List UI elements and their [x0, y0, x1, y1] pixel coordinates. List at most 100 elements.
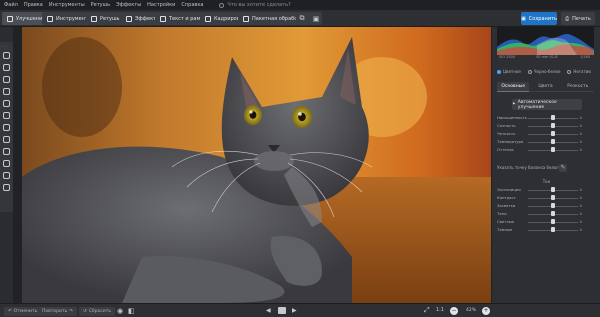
view-bw[interactable]: Черно-белое [527, 68, 561, 74]
save-icon: ▣ [521, 15, 526, 22]
eraser-icon[interactable] [3, 64, 10, 71]
eyedropper-icon: ✎ [560, 164, 566, 171]
drag-grip-icon[interactable]: ⋯ [3, 44, 7, 49]
bottom-bar: ↶ Отменить Повторить ↷ ↺ Сбросить ◉ ◧ ◀ ▶ ⤢… [0, 303, 600, 317]
histogram-lens: 50 mm f/1.8 [536, 55, 558, 59]
slider-knob[interactable] [551, 131, 555, 136]
slider-knob[interactable] [551, 115, 555, 120]
slider-knob[interactable] [551, 195, 555, 200]
fit-screen-icon[interactable]: ⤢ [424, 306, 430, 315]
photo-canvas[interactable] [22, 27, 491, 303]
slider-value: 0 [579, 195, 582, 200]
gradient-icon[interactable] [3, 112, 10, 119]
cat-photo [22, 27, 491, 303]
text-icon[interactable] [3, 148, 10, 155]
frame-icon[interactable] [3, 124, 10, 131]
fill-icon[interactable] [3, 160, 10, 167]
slider-knob[interactable] [551, 227, 555, 232]
clone-icon[interactable] [3, 76, 10, 83]
slider-row: Засветки 0 [497, 203, 596, 209]
slider-row: Контраст 0 [497, 195, 596, 201]
histogram-iso: ISO 2500 [499, 55, 516, 59]
slider-knob[interactable] [551, 203, 555, 208]
auto-enhance-button[interactable]: ✦ Автоматическое улучшение [512, 99, 582, 110]
reset-label: Сбросить [88, 309, 111, 314]
tools-icon [47, 15, 53, 22]
histogram-graph [497, 34, 594, 55]
slider-knob[interactable] [551, 211, 555, 216]
prev-image-button[interactable]: ◀ [266, 307, 271, 314]
auto-enhance-label: Автоматическое улучшение [517, 99, 557, 110]
menu-help[interactable]: Справка [181, 2, 203, 8]
compare-button[interactable]: ⧉ [296, 12, 308, 25]
slider-label: Засветки [497, 203, 516, 208]
slider-value: 0 [579, 115, 582, 120]
slider-row: Экспозиция 0 [497, 187, 596, 193]
tab-basic[interactable]: Основные [497, 82, 530, 92]
print-button[interactable]: ⎙ Печать [561, 12, 595, 25]
search-box[interactable]: Что вы хотите сделать? [219, 2, 291, 8]
stamp-icon[interactable] [3, 52, 10, 59]
slider-value: 0 [579, 123, 582, 128]
white-balance-label: Указать точку баланса белого [497, 165, 561, 170]
light-icon[interactable] [3, 136, 10, 143]
undo-icon: ↶ [8, 309, 12, 314]
brush-icon[interactable] [3, 88, 10, 95]
view-negative[interactable]: Негатив [567, 69, 591, 74]
gallery-icon[interactable] [278, 307, 286, 314]
slider-label: Экспозиция [497, 187, 521, 192]
compare-view-icon[interactable]: ◧ [128, 307, 135, 315]
menu-retouch[interactable]: Ретушь [91, 2, 111, 8]
view-color[interactable]: Цветное [497, 69, 521, 74]
slider-row: Насыщенность 0 [497, 115, 596, 121]
slider-row: Четкость 0 [497, 131, 596, 137]
slider-row: Тени 0 [497, 211, 596, 217]
slider-label: Насыщенность [497, 115, 528, 120]
tab-label: Улучшения [16, 15, 46, 22]
menu-file[interactable]: Файл [4, 2, 18, 8]
tab-sharpness[interactable]: Резкость [561, 82, 594, 92]
globe-icon[interactable] [3, 184, 10, 191]
slider-value: 0 [579, 211, 582, 216]
slider-row: Оттенок 0 [497, 147, 596, 153]
slider-row: Темные 0 [497, 227, 596, 233]
search-icon [219, 2, 225, 8]
zoom-out-button[interactable]: − [450, 307, 458, 315]
eyedropper-button[interactable]: ✎ [559, 164, 567, 172]
redo-button[interactable]: Повторить ↷ [38, 307, 77, 316]
tab-retouch[interactable]: Ретушь [86, 12, 125, 25]
undo-button[interactable]: ↶ Отменить [4, 307, 42, 316]
slider-knob[interactable] [551, 219, 555, 224]
slider-knob[interactable] [551, 147, 555, 152]
menu-settings[interactable]: Настройки [147, 2, 175, 8]
slider-value: 0 [579, 147, 582, 152]
layers-button[interactable]: ▣ [310, 12, 322, 25]
magic-wand-icon: ✦ [512, 102, 516, 107]
main-toolbar: Улучшения Инструменты Ретушь Эффекты Тек… [0, 10, 600, 27]
undo-label: Отменить [13, 309, 38, 314]
reset-button[interactable]: ↺ Сбросить [79, 307, 115, 316]
effects-icon [126, 15, 132, 22]
slider-value: 0 [579, 131, 582, 136]
slider-knob[interactable] [551, 187, 555, 192]
menu-edit[interactable]: Правка [24, 2, 43, 8]
redo-icon: ↷ [69, 309, 73, 314]
histogram [497, 27, 594, 55]
preview-eye-icon[interactable]: ◉ [117, 307, 123, 315]
next-image-button[interactable]: ▶ [292, 307, 297, 314]
save-button[interactable]: ▣ Сохранить [521, 12, 557, 25]
radial-icon[interactable] [3, 100, 10, 107]
zoom-ratio[interactable]: 1:1 [436, 307, 444, 313]
zoom-in-button[interactable]: + [482, 307, 490, 315]
menu-tools[interactable]: Инструменты [49, 2, 85, 8]
view-color-label: Цветное [503, 68, 521, 74]
tab-colors[interactable]: Цвета [529, 82, 562, 92]
magnet-icon[interactable] [3, 172, 10, 179]
slider-knob[interactable] [551, 139, 555, 144]
view-bw-label: Черно-белое [533, 68, 561, 74]
zoom-percent: 42% [466, 308, 477, 313]
slider-knob[interactable] [551, 123, 555, 128]
white-balance-row: Указать точку баланса белого ✎ [497, 164, 596, 173]
menu-effects[interactable]: Эффекты [116, 2, 141, 8]
slider-row: Температура 0 [497, 139, 596, 145]
